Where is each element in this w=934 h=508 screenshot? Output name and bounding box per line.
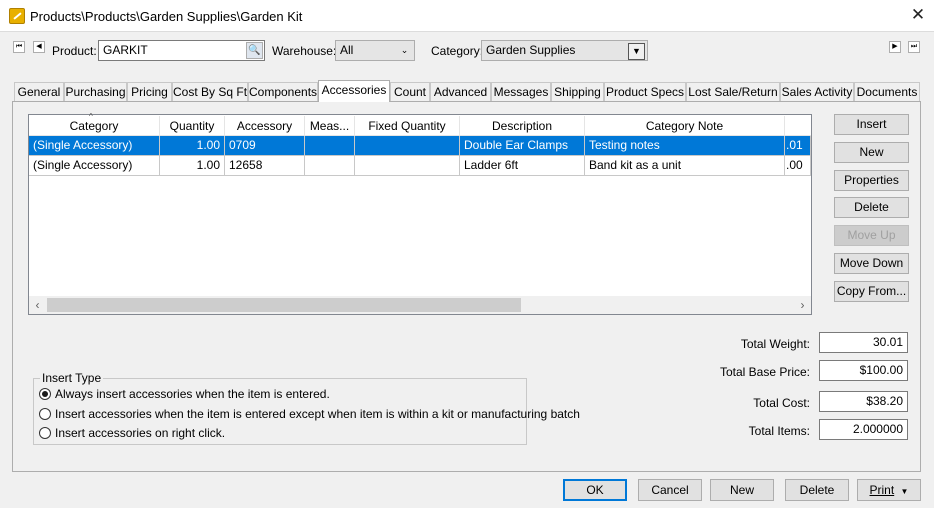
radio-always-insert[interactable] [39,388,51,400]
tab-components[interactable]: Components [248,82,318,101]
tab-pricing[interactable]: Pricing [127,82,172,101]
horizontal-scrollbar[interactable]: ‹ › [29,296,811,314]
warehouse-label: Warehouse: [272,44,337,58]
accessories-grid[interactable]: ^ Category Quantity Accessory Meas... Fi… [28,112,812,315]
insert-type-title: Insert Type [40,371,104,385]
cell-meas[interactable] [305,136,355,156]
cell-quantity[interactable]: 1.00 [160,156,225,176]
cell-accessory[interactable]: 0709 [225,136,305,156]
cell-meas[interactable] [305,156,355,176]
table-row[interactable]: (Single Accessory) 1.00 0709 Double Ear … [29,136,811,156]
cell-quantity[interactable]: 1.00 [160,136,225,156]
copy-from-button[interactable]: Copy From... [834,281,909,302]
delete-button[interactable]: Delete [834,197,909,218]
tab-messages[interactable]: Messages [491,82,551,101]
column-header-meas[interactable]: Meas... [305,116,355,136]
radio-insert-right-click[interactable] [39,427,51,439]
scroll-right-icon[interactable]: › [794,296,811,314]
total-items-label: Total Items: [748,424,810,438]
scroll-left-icon[interactable]: ‹ [29,296,46,314]
close-icon[interactable]: ✕ [908,5,928,25]
cancel-button[interactable]: Cancel [638,479,702,501]
cell-category[interactable]: (Single Accessory) [29,136,160,156]
cell-description[interactable]: Ladder 6ft [460,156,585,176]
tab-shipping[interactable]: Shipping [551,82,604,101]
category-value: Garden Supplies [486,43,576,57]
total-weight-label: Total Weight: [740,337,810,351]
column-header-category[interactable]: Category [29,116,160,136]
scrollbar-thumb[interactable] [47,298,521,312]
column-header-fixed-quantity[interactable]: Fixed Quantity [355,116,460,136]
move-up-button[interactable]: Move Up [834,225,909,246]
radio-label-always-insert[interactable]: Always insert accessories when the item … [55,387,330,401]
tab-purchasing[interactable]: Purchasing [64,82,127,101]
tab-cost-by-sq-ft[interactable]: Cost By Sq Ft [172,82,248,101]
ok-button[interactable]: OK [563,479,627,501]
category-label: Category: [431,44,484,58]
table-row[interactable]: (Single Accessory) 1.00 12658 Ladder 6ft… [29,156,811,176]
last-record-icon[interactable]: ⏭ [908,41,920,53]
total-cost-label: Total Cost: [753,396,810,410]
cell-category-note[interactable]: Testing notes [585,136,785,156]
total-weight-field[interactable]: 30.01 [819,332,908,353]
footer-new-button[interactable]: New [710,479,774,501]
app-icon [9,8,25,24]
tab-documents[interactable]: Documents [854,82,920,101]
category-select[interactable]: Garden Supplies ▼ [481,40,648,61]
cell-fixed-quantity[interactable] [355,156,460,176]
total-items-field[interactable]: 2.000000 [819,419,908,440]
footer-delete-button[interactable]: Delete [785,479,849,501]
move-down-button[interactable]: Move Down [834,253,909,274]
tab-accessories[interactable]: Accessories [318,80,390,102]
first-record-icon[interactable]: ⏮ [13,41,25,53]
total-base-price-field[interactable]: $100.00 [819,360,908,381]
column-header-quantity[interactable]: Quantity [160,116,225,136]
tab-lost-sale-return[interactable]: Lost Sale/Return [686,82,780,101]
radio-insert-except-kit[interactable] [39,408,51,420]
cell-accessory[interactable]: 12658 [225,156,305,176]
product-input[interactable]: GARKIT [98,40,265,61]
product-label: Product: [52,44,97,58]
tab-advanced[interactable]: Advanced [430,82,491,101]
column-header-category-note[interactable]: Category Note [585,116,785,136]
window-title: Products\Products\Garden Supplies\Garden… [30,9,303,24]
print-button[interactable]: Print ▼ [857,479,921,501]
tab-count[interactable]: Count [390,82,430,101]
prev-record-icon[interactable]: ◀ [33,41,45,53]
dropdown-arrow-icon: ▼ [900,487,909,496]
print-label: Print [869,483,895,497]
next-record-icon[interactable]: ▶ [889,41,901,53]
radio-label-insert-except-kit[interactable]: Insert accessories when the item is ente… [55,407,580,421]
total-cost-field[interactable]: $38.20 [819,391,908,412]
cell-category[interactable]: (Single Accessory) [29,156,160,176]
chevron-down-icon: ▼ [628,43,645,60]
column-header-extra [785,116,811,136]
cell-extra[interactable]: .01 [785,136,811,156]
chevron-down-icon: ⌄ [400,45,409,55]
properties-button[interactable]: Properties [834,170,909,191]
warehouse-select[interactable]: All ⌄ [335,40,415,61]
column-header-description[interactable]: Description [460,116,585,136]
radio-label-insert-right-click[interactable]: Insert accessories on right click. [55,426,225,440]
tab-sales-activity[interactable]: Sales Activity [780,82,854,101]
warehouse-value: All [340,43,354,57]
cell-fixed-quantity[interactable] [355,136,460,156]
total-base-price-label: Total Base Price: [719,365,810,379]
product-value: GARKIT [103,43,148,57]
column-header-accessory[interactable]: Accessory [225,116,305,136]
tab-product-specs[interactable]: Product Specs [604,82,686,101]
new-button[interactable]: New [834,142,909,163]
search-icon[interactable]: 🔍 [246,42,263,59]
tab-general[interactable]: General [14,82,64,101]
insert-button[interactable]: Insert [834,114,909,135]
cell-description[interactable]: Double Ear Clamps [460,136,585,156]
cell-extra[interactable]: .00 [785,156,811,176]
cell-category-note[interactable]: Band kit as a unit [585,156,785,176]
